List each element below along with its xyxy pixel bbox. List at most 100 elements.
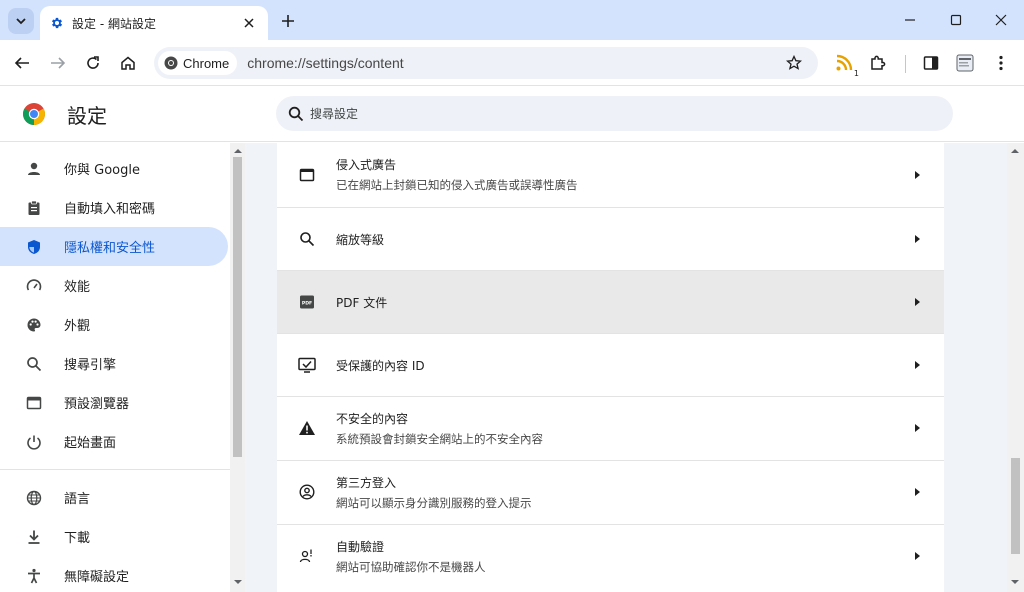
plus-icon [282, 15, 294, 27]
globe-icon [24, 488, 44, 508]
row-subtitle: 網站可以顯示身分識別服務的登入提示 [336, 495, 532, 510]
url-text[interactable]: chrome://settings/content [247, 55, 782, 71]
warning-icon [297, 418, 317, 438]
home-button[interactable] [116, 51, 140, 75]
arrow-right-icon [915, 235, 920, 243]
sidebar-item-performance[interactable]: 效能 [0, 266, 228, 305]
sidebar-item-on-startup[interactable]: 起始畫面 [0, 422, 228, 461]
arrow-right-icon [915, 170, 920, 179]
settings-header: 設定 [0, 86, 1024, 142]
minimize-button[interactable] [898, 8, 922, 32]
main-scrollbar[interactable] [1007, 143, 1024, 592]
tab-search-button[interactable] [8, 8, 34, 34]
scroll-up-arrow-icon[interactable] [234, 149, 242, 153]
tab-close-button[interactable] [240, 14, 258, 32]
list-item-third-party-sign-in[interactable]: 第三方登入 網站可以顯示身分識別服務的登入提示 [277, 460, 944, 523]
list-item-auto-verify[interactable]: 自動驗證 網站可協助確認你不是機器人 [277, 524, 944, 587]
sidebar-item-you-and-google[interactable]: 你與 Google [0, 149, 228, 188]
arrow-right-icon [915, 424, 920, 432]
list-item-intrusive-ads[interactable]: 侵入式廣告 已在網站上封鎖已知的侵入式廣告或誤導性廣告 [277, 143, 944, 206]
svg-text:PDF: PDF [302, 300, 312, 306]
tab-title: 設定 - 網站設定 [72, 16, 156, 31]
protected-content-icon [297, 355, 317, 375]
forward-button[interactable] [46, 51, 70, 75]
close-icon [995, 14, 1007, 26]
list-item-insecure-content[interactable]: 不安全的內容 系統預設會封鎖安全網站上的不安全內容 [277, 396, 944, 459]
sidebar-item-label: 搜尋引擎 [64, 358, 117, 373]
maximize-icon [950, 14, 962, 26]
puzzle-icon [871, 55, 886, 70]
list-item-zoom-levels[interactable]: 縮放等級 [277, 207, 944, 270]
shield-icon [24, 237, 44, 257]
chrome-logo-icon [23, 103, 45, 125]
sidebar-scroll-thumb[interactable] [233, 157, 242, 457]
gear-icon [51, 17, 63, 29]
sidebar: 你與 Google 自動填入和密碼 隱私權和安全性 效能 外觀 搜尋引擎 預設瀏… [0, 143, 230, 592]
site-settings-card: 侵入式廣告 已在網站上封鎖已知的侵入式廣告或誤導性廣告 縮放等級 PDF PDF… [277, 143, 944, 592]
sidebar-item-label: 無障礙設定 [64, 570, 130, 585]
sidebar-item-label: 效能 [64, 280, 91, 295]
sidebar-item-label: 下載 [64, 531, 91, 546]
more-vert-icon [999, 55, 1003, 71]
star-icon [786, 55, 802, 70]
page-title: 設定 [67, 104, 107, 128]
row-subtitle: 系統預設會封鎖安全網站上的不安全內容 [336, 431, 543, 446]
tab-active[interactable]: 設定 - 網站設定 [40, 6, 268, 40]
sidebar-item-accessibility[interactable]: 無障礙設定 [0, 556, 228, 592]
settings-search[interactable] [276, 96, 953, 131]
sidebar-item-privacy[interactable]: 隱私權和安全性 [0, 227, 228, 266]
row-title: 侵入式廣告 [336, 158, 397, 172]
list-item-pdf-documents[interactable]: PDF PDF 文件 [277, 270, 944, 333]
power-icon [24, 432, 44, 452]
sidebar-item-label: 預設瀏覽器 [64, 397, 130, 412]
sidebar-item-languages[interactable]: 語言 [0, 478, 228, 517]
sidebar-scrollbar[interactable] [230, 143, 245, 592]
close-window-button[interactable] [989, 8, 1013, 32]
site-chip-label: Chrome [183, 55, 230, 71]
scroll-down-arrow-icon[interactable] [1011, 580, 1019, 584]
minimize-icon [905, 19, 915, 21]
sidebar-item-autofill[interactable]: 自動填入和密碼 [0, 188, 228, 227]
tab-strip: 設定 - 網站設定 [0, 0, 1024, 40]
sidebar-item-search-engine[interactable]: 搜尋引擎 [0, 344, 228, 383]
clipboard-icon [24, 198, 44, 218]
profile-button[interactable] [953, 51, 977, 75]
browser-toolbar: Chrome chrome://settings/content 1 [0, 40, 1024, 86]
rss-extension-button[interactable]: 1 [832, 51, 860, 78]
browser-icon [24, 393, 44, 413]
scroll-down-arrow-icon[interactable] [234, 580, 242, 584]
back-button[interactable] [10, 51, 34, 75]
reload-button[interactable] [81, 51, 105, 75]
row-subtitle: 網站可協助確認你不是機器人 [336, 559, 486, 574]
side-panel-button[interactable] [919, 51, 943, 75]
search-icon [24, 354, 44, 374]
maximize-button[interactable] [944, 8, 968, 32]
address-bar[interactable]: Chrome chrome://settings/content [154, 47, 818, 79]
sidebar-item-label: 起始畫面 [64, 436, 117, 451]
palette-icon [24, 315, 44, 335]
person-verify-icon [297, 546, 317, 566]
sidebar-item-default-browser[interactable]: 預設瀏覽器 [0, 383, 228, 422]
arrow-right-icon [915, 552, 920, 560]
window-icon [297, 165, 317, 185]
extensions-button[interactable] [866, 51, 890, 75]
menu-button[interactable] [989, 51, 1013, 75]
main-scroll-thumb[interactable] [1011, 458, 1020, 554]
row-title: 縮放等級 [336, 232, 385, 247]
scroll-up-arrow-icon[interactable] [1011, 149, 1019, 153]
reload-icon [87, 56, 99, 69]
avatar-icon [956, 54, 974, 72]
sidebar-item-label: 你與 Google [64, 163, 140, 178]
new-tab-button[interactable] [276, 9, 300, 33]
person-icon [24, 159, 44, 179]
row-title: 自動驗證 [336, 539, 385, 554]
list-item-protected-content[interactable]: 受保護的內容 ID [277, 333, 944, 396]
sidebar-item-appearance[interactable]: 外觀 [0, 305, 228, 344]
close-icon [244, 18, 254, 28]
sidebar-item-downloads[interactable]: 下載 [0, 517, 228, 556]
search-input[interactable] [310, 106, 910, 121]
bookmark-button[interactable] [782, 51, 806, 75]
site-info-chip[interactable]: Chrome [158, 51, 238, 75]
sidebar-item-label: 隱私權和安全性 [64, 241, 156, 256]
side-panel-icon [923, 56, 939, 70]
